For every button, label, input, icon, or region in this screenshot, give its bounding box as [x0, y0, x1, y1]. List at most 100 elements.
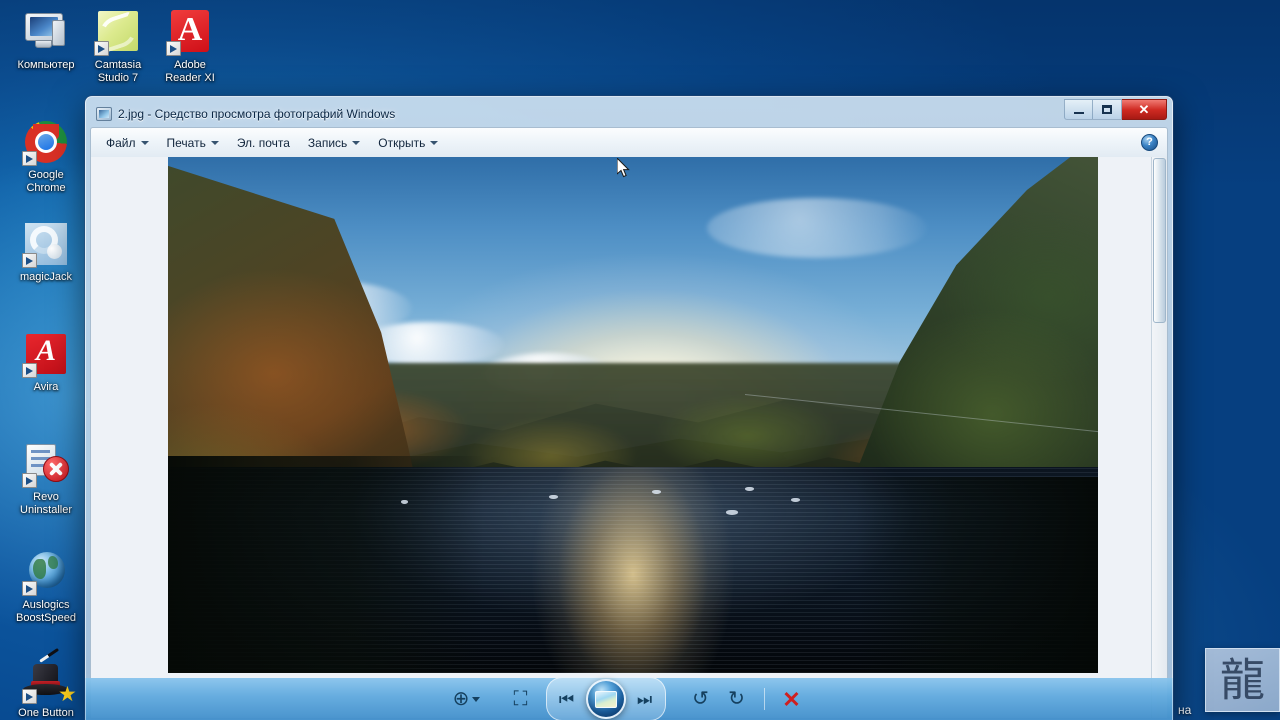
- avira-icon: A: [22, 330, 70, 378]
- photo-left-shore: [168, 456, 485, 673]
- computer-icon: [22, 8, 70, 56]
- rotate-right-button[interactable]: ↻: [720, 684, 754, 714]
- image-canvas[interactable]: [90, 157, 1168, 719]
- fit-to-window-button[interactable]: ⛶: [504, 684, 538, 714]
- desktop-icon-label: Auslogics: [22, 599, 70, 611]
- next-icon: ⏭: [636, 689, 653, 709]
- chevron-down-icon: [210, 140, 219, 145]
- slideshow-orb-icon: [594, 690, 617, 708]
- boat: [791, 497, 801, 502]
- navigation-group[interactable]: ⏮ ⏭: [545, 677, 666, 720]
- window-controls[interactable]: ✕: [1064, 99, 1167, 120]
- desktop-icon-label: Adobe: [174, 59, 206, 71]
- desktop-icon-avira[interactable]: A Avira: [8, 330, 84, 394]
- dragon-gadget[interactable]: 龍: [1205, 648, 1280, 712]
- shortcut-arrow-icon: [22, 363, 37, 378]
- desktop-icon-label: One Button: [18, 707, 74, 719]
- shortcut-arrow-icon: [22, 151, 37, 166]
- adobe-reader-icon: A: [166, 8, 214, 56]
- desktop-icon-camtasia-studio-7[interactable]: Camtasia Studio 7: [80, 8, 156, 84]
- menu-item-open[interactable]: Открыть: [369, 132, 447, 154]
- mouse-cursor: [617, 158, 630, 178]
- scrollbar-thumb[interactable]: [1153, 158, 1166, 323]
- menu-item-label: Запись: [307, 135, 348, 150]
- desktop-icon-label: Google: [28, 169, 64, 181]
- desktop-icon-auslogics-boostspeed[interactable]: Auslogics BoostSpeed: [8, 548, 84, 624]
- rotate-left-icon: ↺: [692, 687, 709, 710]
- photo-viewer-toolbar[interactable]: ⊕ ⛶ ⏮ ⏭ ↺ ↻ ✕: [85, 677, 1173, 720]
- menu-item-label: Файл: [106, 135, 136, 150]
- desktop-icon-label-2: Reader XI: [165, 71, 215, 84]
- cloud-shape: [707, 198, 928, 259]
- shortcut-arrow-icon: [22, 689, 37, 704]
- shortcut-arrow-icon: [22, 581, 37, 596]
- magicjack-icon: [22, 220, 70, 268]
- maximize-button[interactable]: [1093, 99, 1122, 120]
- desktop-icon-label: Avira: [33, 381, 59, 393]
- desktop-icon-one-button[interactable]: One Button: [8, 647, 84, 720]
- window-title: 2.jpg - Средство просмотра фотографий Wi…: [118, 107, 396, 121]
- desktop-icon-computer[interactable]: Компьютер: [8, 8, 84, 72]
- camtasia-studio-icon: [94, 8, 142, 56]
- maximize-icon: [1102, 105, 1112, 114]
- vertical-scrollbar[interactable]: [1151, 157, 1167, 718]
- desktop-icon-google-chrome[interactable]: Google Chrome: [8, 118, 84, 194]
- photo-right-shore: [856, 476, 1098, 673]
- boat: [400, 500, 408, 505]
- delete-button[interactable]: ✕: [775, 684, 809, 714]
- minimize-icon: [1073, 112, 1084, 114]
- desktop-icon-label: Revo: [33, 491, 59, 503]
- desktop-icon-label: Компьютер: [17, 59, 75, 71]
- chevron-down-icon: [140, 140, 149, 145]
- menu-bar[interactable]: Файл Печать Эл. почта Запись Открыть ?: [90, 127, 1168, 157]
- title-bar[interactable]: 2.jpg - Средство просмотра фотографий Wi…: [90, 99, 1168, 127]
- menu-item-label: Печать: [166, 135, 206, 150]
- chevron-down-icon: [430, 140, 439, 145]
- auslogics-boostspeed-icon: [22, 548, 70, 596]
- menu-item-label: Эл. почта: [236, 135, 290, 150]
- menu-item-file[interactable]: Файл: [97, 132, 158, 154]
- chevron-down-icon: [352, 140, 361, 145]
- fit-to-window-icon: ⛶: [513, 687, 528, 710]
- desktop-icon-label-2: Studio 7: [97, 71, 139, 84]
- desktop[interactable]: Компьютер Camtasia Studio 7 A Adobe Read…: [0, 0, 1280, 720]
- help-icon[interactable]: ?: [1141, 134, 1158, 151]
- desktop-icon-label: magicJack: [20, 271, 72, 283]
- desktop-icon-revo-uninstaller[interactable]: Revo Uninstaller: [8, 440, 84, 516]
- google-chrome-icon: [22, 118, 70, 166]
- dragon-icon: 龍: [1219, 654, 1266, 706]
- minimize-button[interactable]: [1064, 99, 1093, 120]
- menu-item-label: Открыть: [378, 135, 426, 150]
- close-button[interactable]: ✕: [1122, 99, 1167, 120]
- chevron-down-icon: [472, 696, 481, 702]
- menu-item-print[interactable]: Печать: [158, 132, 228, 154]
- desktop-icon-magicjack[interactable]: magicJack: [8, 220, 84, 284]
- zoom-icon: ⊕: [452, 687, 470, 710]
- menu-item-email[interactable]: Эл. почта: [228, 132, 299, 154]
- menu-item-burn[interactable]: Запись: [299, 132, 369, 154]
- shortcut-arrow-icon: [94, 41, 109, 56]
- taskbar-text: на: [1178, 703, 1192, 717]
- previous-button[interactable]: ⏮: [550, 684, 584, 714]
- delete-icon: ✕: [782, 686, 801, 712]
- one-button-icon: [22, 647, 70, 704]
- toolbar-divider: [763, 688, 765, 710]
- photo-image[interactable]: [168, 157, 1098, 673]
- previous-icon: ⏮: [558, 689, 575, 709]
- desktop-icon-label-2: BoostSpeed: [16, 611, 76, 624]
- shortcut-arrow-icon: [22, 253, 37, 268]
- next-button[interactable]: ⏭: [628, 684, 662, 714]
- photo-viewer-window[interactable]: 2.jpg - Средство просмотра фотографий Wi…: [85, 96, 1173, 720]
- rotate-left-button[interactable]: ↺: [684, 684, 718, 714]
- zoom-button[interactable]: ⊕: [450, 684, 484, 714]
- desktop-icon-adobe-reader-xi[interactable]: A Adobe Reader XI: [152, 8, 228, 84]
- slideshow-button[interactable]: [585, 679, 626, 719]
- photo-viewer-app-icon: [96, 107, 112, 121]
- shortcut-arrow-icon: [166, 41, 181, 56]
- desktop-icon-label-2: Uninstaller: [20, 503, 72, 516]
- desktop-icon-label-2: Chrome: [26, 181, 66, 194]
- rotate-right-icon: ↻: [728, 687, 745, 710]
- shortcut-arrow-icon: [22, 473, 37, 488]
- boat: [651, 489, 661, 494]
- revo-uninstaller-icon: [22, 440, 70, 488]
